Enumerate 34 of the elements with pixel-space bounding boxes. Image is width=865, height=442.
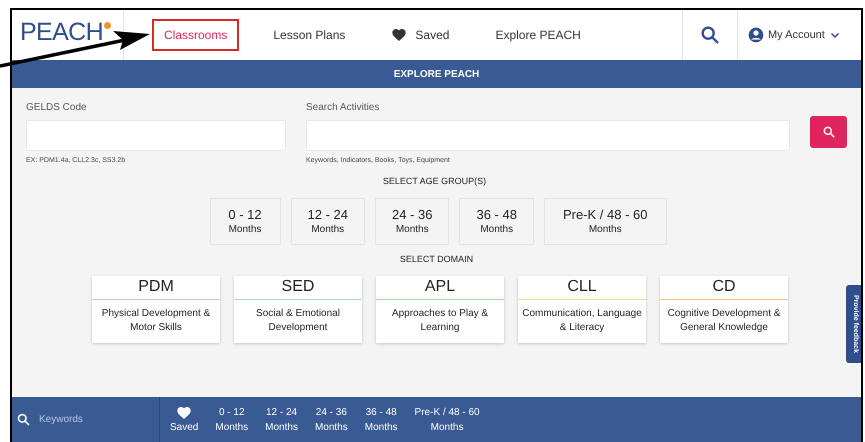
saved-link[interactable]: Saved <box>379 19 462 51</box>
section-heading: SELECT DOMAIN <box>400 253 474 266</box>
field-label: Search Activities <box>306 101 380 115</box>
logo-text[interactable]: PEACH <box>20 20 104 45</box>
page-banner: EXPLORE PEACH <box>12 60 861 88</box>
keyword-input[interactable]: Keywords <box>39 412 139 427</box>
domain-card[interactable]: CD Cognitive Development & General Knowledge <box>660 276 788 342</box>
search-icon <box>699 24 721 46</box>
age-group-option[interactable]: 0 - 12 Months <box>210 198 280 245</box>
age-filter[interactable]: 12 - 24 Months <box>265 404 298 434</box>
search-button[interactable] <box>810 116 847 148</box>
age-group-option[interactable]: 12 - 24 Months <box>290 198 365 245</box>
age-filter[interactable]: 24 - 36 Months <box>314 404 348 434</box>
domain-card[interactable]: SED Social & Emotional Development <box>234 276 362 342</box>
nav-link[interactable]: Classrooms <box>152 19 240 51</box>
nav-link[interactable]: Explore PEACH <box>483 19 593 51</box>
age-group-option[interactable]: Pre-K / 48 - 60 Months <box>544 198 666 245</box>
domain-card[interactable]: APL Approaches to Play & Learning <box>376 276 504 342</box>
age-filter[interactable]: 36 - 48 Months <box>364 404 398 434</box>
domain-card[interactable]: PDM Physical Development & Motor Skills <box>92 276 220 342</box>
age-filter[interactable]: Pre-K / 48 - 60 Months <box>414 404 480 434</box>
section-heading: SELECT AGE GROUP(S) <box>382 174 486 188</box>
search-icon <box>16 412 31 427</box>
nav-link[interactable]: Lesson Plans <box>261 19 358 51</box>
user-icon <box>748 27 764 43</box>
heart-icon <box>391 27 408 43</box>
saved-filter[interactable]: Saved <box>170 404 198 434</box>
heart-icon <box>176 404 192 420</box>
search-icon <box>822 125 836 139</box>
age-filter[interactable]: 0 - 12 Months <box>215 404 248 434</box>
domain-card[interactable]: CLL Communication, Language & Literacy <box>518 276 646 342</box>
field-label: GELDS Code <box>26 101 88 115</box>
age-group-option[interactable]: 36 - 48 Months <box>459 198 534 245</box>
age-group-option[interactable]: 24 - 36 Months <box>374 198 450 245</box>
